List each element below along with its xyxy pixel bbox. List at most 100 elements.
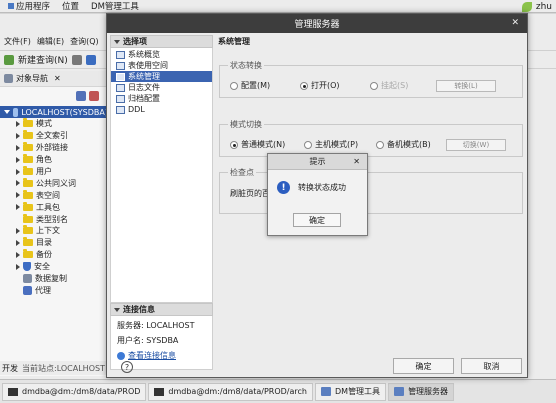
page-icon: [116, 94, 125, 103]
taskbar-item-server-manager[interactable]: 管理服务器: [388, 382, 455, 401]
option-ddl[interactable]: DDL: [111, 104, 212, 115]
task-label: 管理服务器: [408, 387, 449, 396]
radio-dot: [376, 140, 384, 149]
agent-icon: [23, 285, 32, 295]
dialog-footer: ? 确定 取消: [107, 358, 527, 378]
option-system-management[interactable]: 系统管理: [111, 71, 212, 82]
options-header[interactable]: 选择项: [110, 35, 213, 48]
option-archive-config[interactable]: 归档配置: [111, 93, 212, 104]
taskbar-item-terminal-2[interactable]: dmdba@dm:/dm8/data/PROD/arch: [148, 382, 313, 401]
expand-icon[interactable]: [16, 168, 20, 175]
terminal-icon: [8, 387, 18, 396]
cancel-button[interactable]: 取消: [461, 358, 522, 374]
menu-edit[interactable]: 编辑(E): [37, 36, 64, 47]
close-icon[interactable]: ✕: [353, 157, 360, 166]
expand-icon[interactable]: [16, 192, 20, 199]
save-icon[interactable]: [85, 54, 96, 65]
alert-ok-button[interactable]: 确定: [293, 213, 341, 227]
tree-item-context[interactable]: 上下文: [16, 225, 107, 237]
collapse-icon[interactable]: [114, 307, 120, 312]
menu-file[interactable]: 文件(F): [4, 36, 31, 47]
radio-primary-mode[interactable]: 主机模式(P): [304, 139, 376, 150]
option-table-space-usage[interactable]: 表使用空间: [111, 60, 212, 71]
collapse-icon[interactable]: [114, 39, 120, 44]
option-system-overview[interactable]: 系统概览: [111, 49, 212, 60]
tree-item-external-link[interactable]: 外部链接: [16, 142, 107, 154]
folder-icon: [23, 130, 33, 140]
tree-item-directory[interactable]: 目录: [16, 237, 107, 249]
tab-object-navigator[interactable]: 对象导航 ✕: [0, 71, 107, 87]
close-icon[interactable]: ✕: [54, 74, 61, 83]
expand-icon[interactable]: [16, 239, 20, 246]
radio-open[interactable]: 打开(O): [300, 80, 370, 91]
radio-dot: [300, 81, 308, 90]
expand-icon[interactable]: [16, 204, 20, 211]
alert-titlebar[interactable]: 提示 ✕: [268, 154, 367, 170]
tree-item-agent[interactable]: 代理: [16, 284, 107, 296]
tree-item-label: 外部链接: [36, 143, 68, 153]
user-name[interactable]: zhu: [536, 2, 552, 12]
tree-item-public-synonym[interactable]: 公共同义词: [16, 177, 107, 189]
expand-icon[interactable]: [16, 263, 20, 270]
option-label: 表使用空间: [128, 61, 168, 70]
connect-icon[interactable]: [76, 91, 86, 101]
convert-button[interactable]: 转换(L): [436, 80, 496, 92]
expand-icon[interactable]: [16, 227, 20, 234]
taskbar-item-terminal-1[interactable]: dmdba@dm:/dm8/data/PROD: [2, 382, 147, 401]
tree-item-role[interactable]: 角色: [16, 154, 107, 166]
radio-normal-mode[interactable]: 普通模式(N): [230, 139, 304, 150]
radio-config[interactable]: 配置(M): [230, 80, 300, 91]
tree-item-security[interactable]: 安全: [16, 261, 107, 273]
tree-item-package[interactable]: 工具包: [16, 201, 107, 213]
tree-item-backup[interactable]: 备份: [16, 249, 107, 261]
tree-item-type-alias[interactable]: 类型别名: [16, 213, 107, 225]
root-label: LOCALHOST(SYSDBA): [21, 107, 108, 117]
options-sidebar: 选择项 系统概览 表使用空间 系统管理 日志文件 归档配置 DDL 连接信息 服…: [110, 35, 213, 370]
ok-button[interactable]: 确定: [393, 358, 454, 374]
tree-item-schema[interactable]: 模式: [16, 118, 107, 130]
disconnect-icon[interactable]: [89, 91, 99, 101]
tree-root-localhost[interactable]: LOCALHOST(SYSDBA): [0, 106, 108, 118]
folder-icon: [23, 213, 33, 223]
option-log-files[interactable]: 日志文件: [111, 82, 212, 93]
page-icon: [116, 61, 125, 70]
expand-icon[interactable]: [16, 156, 20, 163]
tree-item-replication[interactable]: 数据复制: [16, 273, 107, 285]
taskbar-item-dm-manager[interactable]: DM管理工具: [315, 382, 387, 401]
expand-icon[interactable]: [16, 144, 20, 151]
expand-icon[interactable]: [4, 110, 10, 114]
connection-header[interactable]: 连接信息: [110, 303, 213, 316]
expand-icon[interactable]: [16, 132, 20, 139]
folder-icon: [23, 118, 33, 128]
tree-item-label: 表空间: [36, 190, 60, 200]
expand-icon[interactable]: [16, 120, 20, 127]
leaf-icon: [521, 1, 532, 12]
tree-item-user[interactable]: 用户: [16, 166, 107, 178]
server-info: 服务器: LOCALHOST: [117, 321, 195, 330]
tree-item-label: 用户: [36, 167, 52, 176]
active-app-menu[interactable]: DM管理工具: [91, 0, 139, 12]
folder-icon: [23, 249, 33, 259]
radio-standby-mode[interactable]: 备机模式(B): [376, 139, 446, 150]
group-title: 检查点: [228, 167, 256, 178]
switch-button[interactable]: 切换(W): [446, 139, 506, 151]
tree-item-fulltext[interactable]: 全文索引: [16, 130, 107, 142]
folder-icon: [23, 237, 33, 247]
help-icon[interactable]: ?: [121, 361, 133, 373]
tree-item-label: 类型别名: [36, 214, 68, 224]
open-icon[interactable]: [71, 54, 82, 65]
expand-icon[interactable]: [16, 180, 20, 187]
new-query-button[interactable]: 新建查询(N): [18, 53, 68, 66]
tree-item-tablespace[interactable]: 表空间: [16, 189, 107, 201]
page-icon: [116, 50, 125, 59]
page-icon: [116, 83, 125, 92]
menu-query[interactable]: 查询(Q): [70, 36, 99, 47]
applications-menu[interactable]: 应用程序: [8, 0, 50, 12]
places-menu[interactable]: 位置: [62, 0, 79, 12]
close-icon[interactable]: ✕: [511, 18, 519, 28]
expand-icon[interactable]: [16, 251, 20, 258]
dialog-titlebar[interactable]: 管理服务器 ✕: [107, 14, 527, 33]
radio-suspend[interactable]: 挂起(S): [370, 80, 438, 91]
tree-item-label: 代理: [35, 285, 51, 295]
tree-item-label: 目录: [36, 238, 52, 248]
